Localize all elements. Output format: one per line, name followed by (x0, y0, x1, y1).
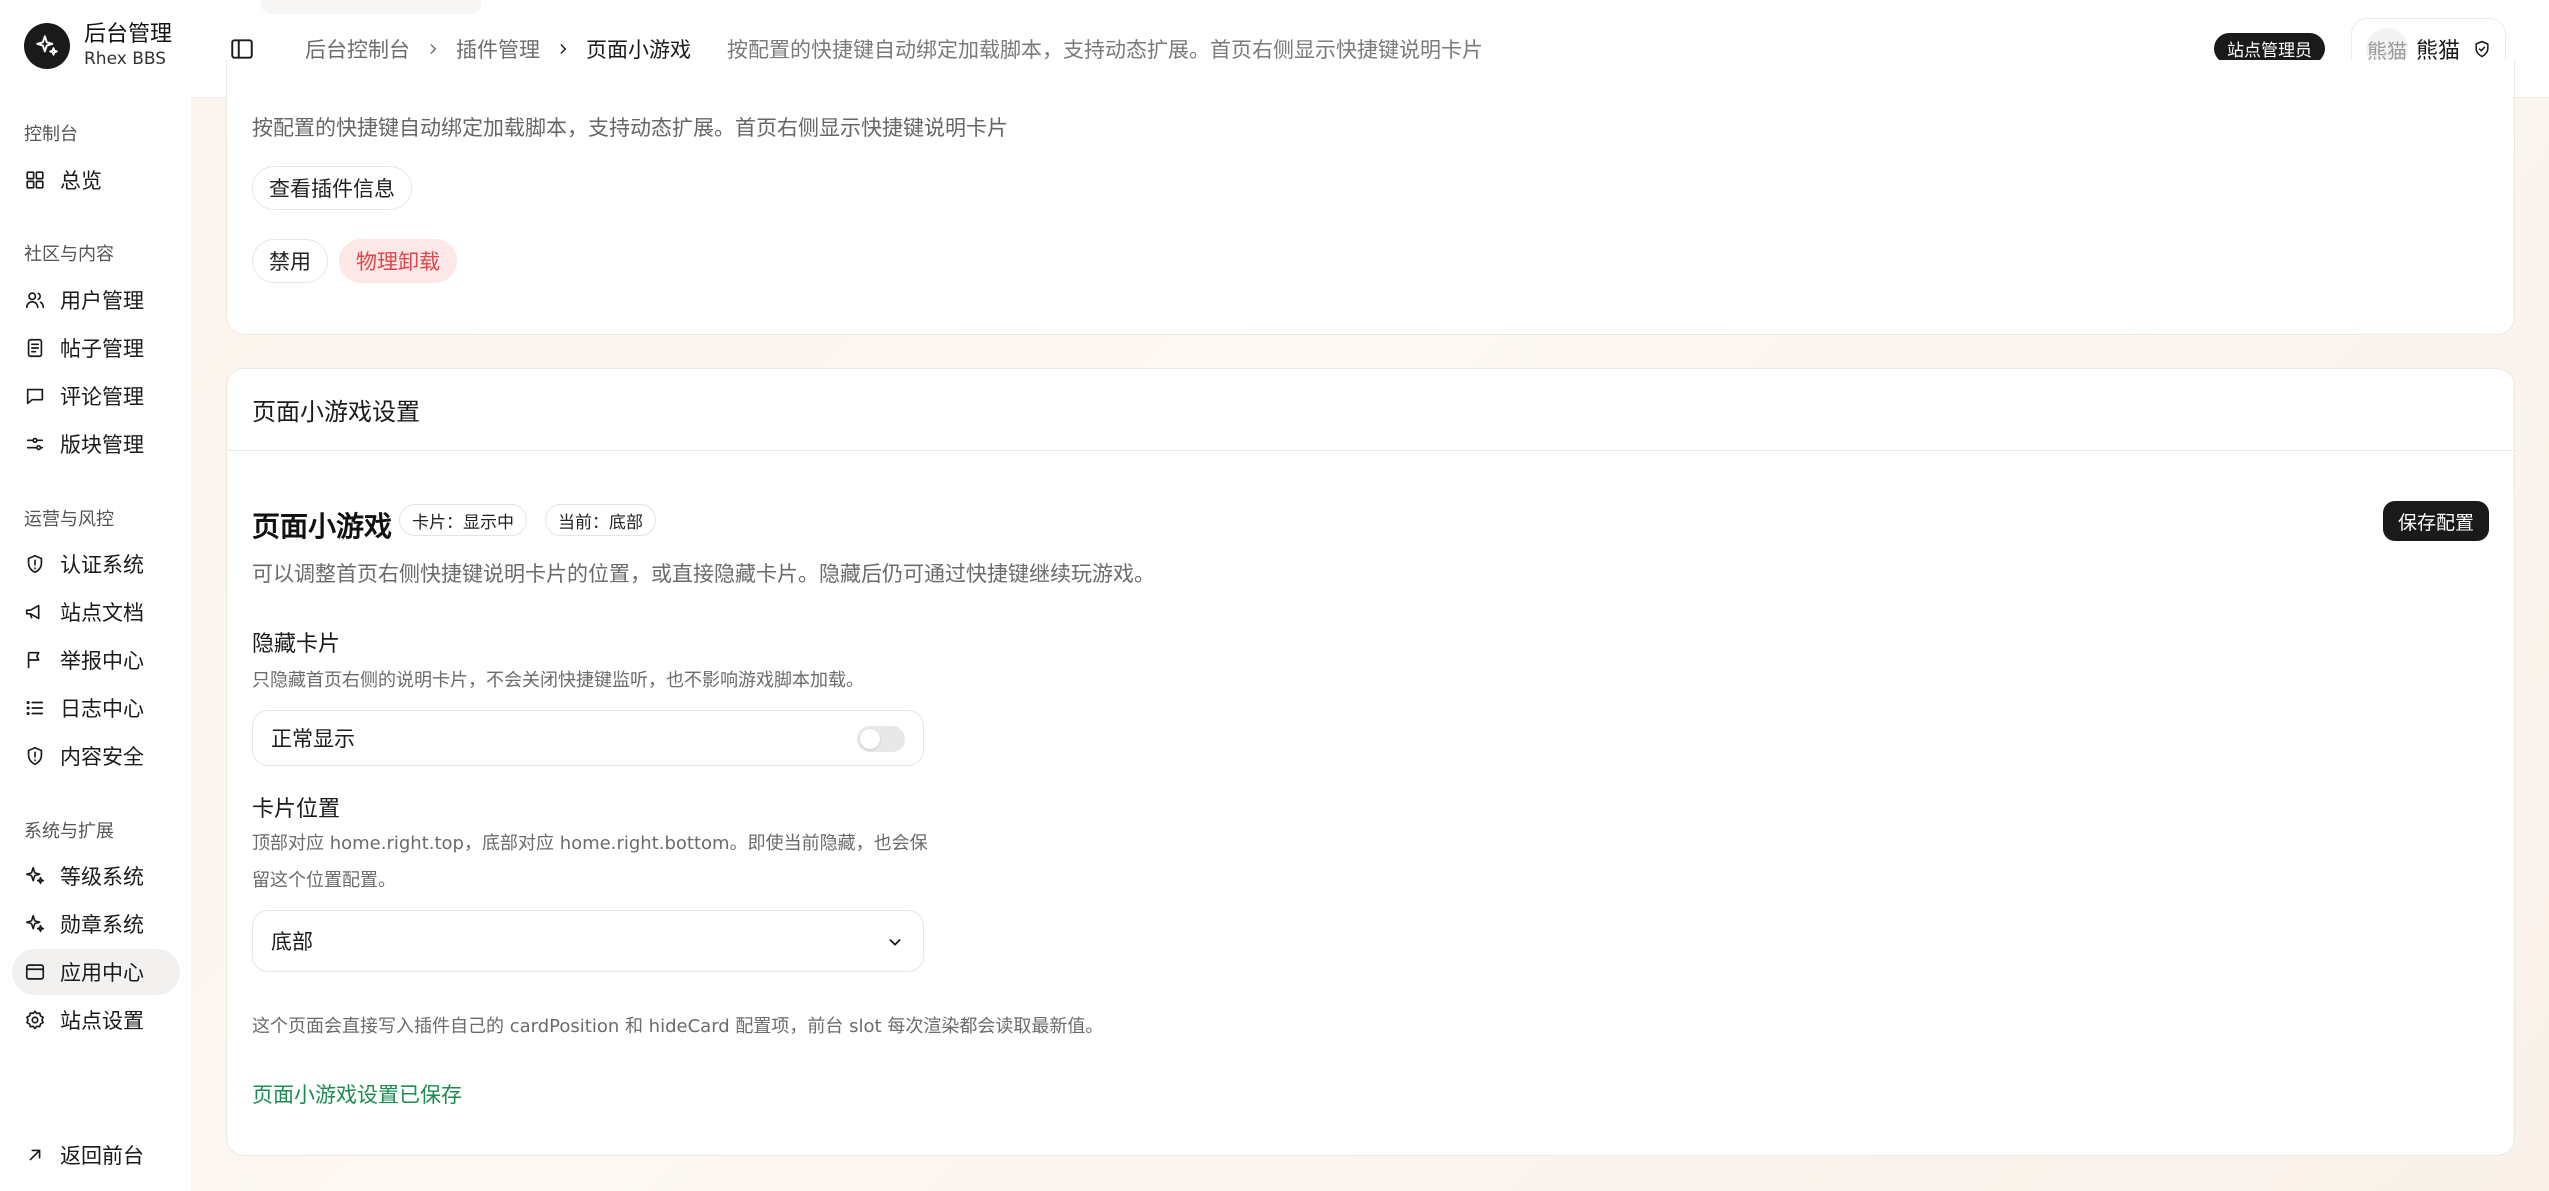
header-placeholder (261, 0, 481, 14)
sidebar-item-label: 站点文档 (60, 601, 144, 625)
position-status-tag: 当前：底部 (545, 504, 656, 536)
sidebar-item-levels[interactable]: 等级系统 (12, 853, 180, 899)
grid-icon (26, 171, 44, 189)
nav-group-label-system: 系统与扩展 (24, 821, 114, 842)
sparkle-icon (25, 866, 45, 885)
settings-card: 页面小游戏设置 页面小游戏 卡片：显示中 当前：底部 保存配置 可以调整首页右侧… (226, 368, 2515, 1156)
flag-icon (27, 651, 40, 669)
settings-card-heading: 页面小游戏设置 (227, 369, 2514, 451)
sidebar-item-badges[interactable]: 勋章系统 (12, 901, 180, 947)
card-position-select[interactable]: 底部 (252, 910, 924, 972)
sidebar-item-site-settings[interactable]: 站点设置 (12, 997, 180, 1043)
users-icon (25, 292, 45, 309)
sidebar-item-boards[interactable]: 版块管理 (12, 421, 180, 467)
select-value: 底部 (271, 930, 313, 954)
sidebar-item-label: 勋章系统 (60, 913, 144, 937)
sidebar-item-label: 版块管理 (60, 433, 144, 457)
sidebar-item-posts[interactable]: 帖子管理 (12, 325, 180, 371)
sidebar-item-label: 应用中心 (60, 961, 144, 985)
switch-knob (860, 729, 880, 749)
back-to-frontend-link[interactable]: 返回前台 (12, 1132, 180, 1178)
save-success-message: 页面小游戏设置已保存 (252, 1083, 462, 1107)
sidebar-item-comments[interactable]: 评论管理 (12, 373, 180, 419)
nav-group-label-operations: 运营与风控 (24, 509, 114, 530)
sidebar-item-label: 用户管理 (60, 289, 144, 313)
sparkle-icon (25, 914, 45, 933)
sidebar-item-content-safety[interactable]: 内容安全 (12, 733, 180, 779)
alert-icon (27, 554, 43, 574)
disable-button[interactable]: 禁用 (252, 239, 328, 283)
sidebar-item-docs[interactable]: 站点文档 (12, 589, 180, 635)
sidebar-toggle-icon[interactable] (229, 36, 255, 62)
config-footnote: 这个页面会直接写入插件自己的 cardPosition 和 hideCard 配… (252, 1016, 1104, 1037)
plugin-description: 按配置的快捷键自动绑定加载脚本，支持动态扩展。首页右侧显示快捷键说明卡片 (252, 116, 1008, 140)
plugin-info-card: 按配置的快捷键自动绑定加载脚本，支持动态扩展。首页右侧显示快捷键说明卡片 查看插… (226, 60, 2515, 335)
gear-icon (26, 1010, 44, 1030)
section-title: 页面小游戏 (252, 510, 393, 543)
alert-icon (27, 746, 43, 766)
hide-card-label: 隐藏卡片 (252, 632, 341, 657)
sidebar-item-label: 举报中心 (60, 649, 144, 673)
megaphone-icon (25, 604, 40, 620)
nav-group-label-console: 控制台 (24, 124, 78, 145)
sidebar-item-reports[interactable]: 举报中心 (12, 637, 180, 683)
list-icon (26, 700, 44, 716)
sidebar-item-label: 帖子管理 (60, 337, 144, 361)
sidebar-item-label: 评论管理 (60, 385, 144, 409)
comment-icon (26, 388, 44, 405)
sparkle-logo-icon (24, 23, 70, 69)
chevron-right-icon (430, 44, 437, 54)
card-position-help: 顶部对应 home.right.top，底部对应 home.right.bott… (252, 833, 928, 891)
sidebar-item-logs[interactable]: 日志中心 (12, 685, 180, 731)
save-config-button[interactable]: 保存配置 (2382, 501, 2489, 541)
sidebar-item-overview[interactable]: 总览 (12, 157, 180, 203)
sliders-icon (26, 437, 44, 451)
brand[interactable]: 后台管理 Rhex BBS (24, 22, 172, 70)
brand-title: 后台管理 (84, 22, 173, 47)
sidebar-item-label: 认证系统 (60, 553, 144, 577)
sidebar: 后台管理 Rhex BBS 控制台 总览 社区与内容 用户管理 帖子管理 评论管… (0, 0, 191, 1191)
document-icon (27, 338, 43, 358)
section-description: 可以调整首页右侧快捷键说明卡片的位置，或直接隐藏卡片。隐藏后仍可通过快捷键继续玩… (252, 562, 1155, 586)
sidebar-item-verification[interactable]: 认证系统 (12, 541, 180, 587)
arrow-up-right-icon (29, 1149, 41, 1161)
hide-card-toggle-row[interactable]: 正常显示 (252, 710, 924, 766)
nav-group-label-community: 社区与内容 (24, 244, 114, 265)
shield-check-icon (2475, 40, 2489, 58)
sidebar-item-label: 等级系统 (60, 865, 144, 889)
uninstall-button[interactable]: 物理卸载 (339, 239, 457, 283)
hide-card-switch[interactable] (857, 726, 905, 752)
back-link-label: 返回前台 (60, 1144, 144, 1168)
brand-subtitle: Rhex BBS (84, 49, 167, 69)
sidebar-item-label: 日志中心 (60, 697, 144, 721)
window-icon (25, 964, 45, 980)
sidebar-item-label: 总览 (60, 169, 102, 193)
view-plugin-info-button[interactable]: 查看插件信息 (252, 166, 412, 210)
sidebar-item-app-center[interactable]: 应用中心 (12, 949, 180, 995)
toggle-state-label: 正常显示 (271, 727, 355, 751)
chevron-down-icon (889, 939, 901, 946)
card-position-label: 卡片位置 (252, 797, 341, 822)
hide-card-help: 只隐藏首页右侧的说明卡片，不会关闭快捷键监听，也不影响游戏脚本加载。 (252, 670, 864, 691)
card-status-tag: 卡片：显示中 (399, 504, 527, 536)
sidebar-item-label: 内容安全 (60, 745, 144, 769)
sidebar-item-label: 站点设置 (60, 1009, 144, 1033)
sidebar-item-users[interactable]: 用户管理 (12, 277, 180, 323)
chevron-right-icon (560, 44, 567, 54)
